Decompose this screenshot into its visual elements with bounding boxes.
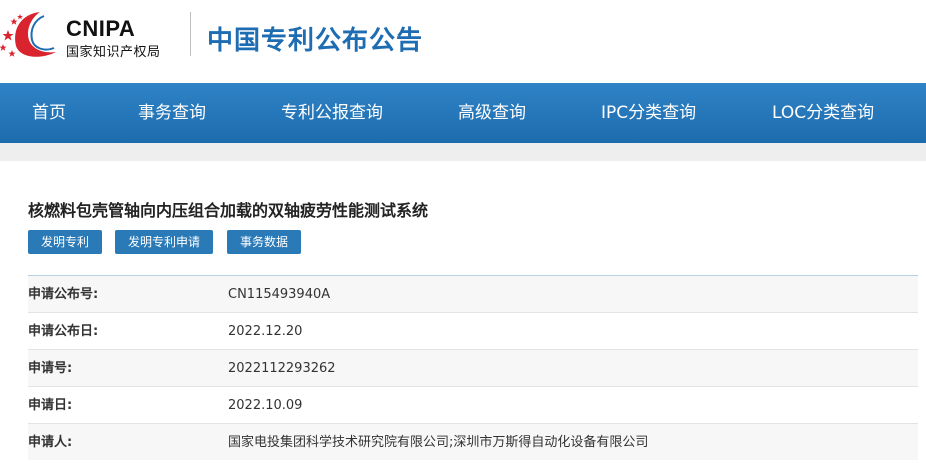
tag-invention-application[interactable]: 发明专利申请 [115, 230, 213, 254]
nav-item-home[interactable]: 首页 [32, 83, 66, 143]
info-label: 申请号: [28, 361, 73, 376]
main-nav: 首页 事务查询 专利公报查询 高级查询 IPC分类查询 LOC分类查询 [0, 83, 926, 143]
nav-item-transaction-query[interactable]: 事务查询 [138, 83, 206, 143]
nav-shadow-band [0, 143, 926, 161]
nav-item-loc-query[interactable]: LOC分类查询 [772, 83, 874, 143]
nav-item-gazette-query[interactable]: 专利公报查询 [281, 83, 383, 143]
info-value: 2022.10.09 [228, 398, 303, 413]
info-row-publication-number: 申请公布号: CN115493940A [28, 275, 918, 312]
info-label: 申请人: [28, 435, 73, 450]
info-value: 2022112293262 [228, 361, 336, 376]
info-value: 国家电投集团科学技术研究院有限公司;深圳市万斯得自动化设备有限公司 [228, 435, 649, 450]
logo-text-en[interactable]: CNIPA [66, 16, 135, 42]
patent-title: 核燃料包壳管轴向内压组合加载的双轴疲劳性能测试系统 [28, 201, 429, 220]
info-label: 申请公布日: [28, 324, 99, 339]
logo-text-cn[interactable]: 国家知识产权局 [66, 41, 161, 60]
tag-invention-patent[interactable]: 发明专利 [28, 230, 102, 254]
info-label: 申请日: [28, 398, 73, 413]
cnipa-emblem-icon[interactable] [0, 8, 62, 60]
nav-item-ipc-query[interactable]: IPC分类查询 [601, 83, 696, 143]
info-row-application-number: 申请号: 2022112293262 [28, 349, 918, 386]
tag-transaction-data[interactable]: 事务数据 [227, 230, 301, 254]
site-title: 中国专利公布公告 [207, 26, 424, 56]
patent-info-table: 申请公布号: CN115493940A 申请公布日: 2022.12.20 申请… [28, 275, 918, 460]
site-header: CNIPA 国家知识产权局 中国专利公布公告 [0, 0, 926, 83]
info-value: CN115493940A [228, 287, 331, 302]
nav-item-advanced-query[interactable]: 高级查询 [458, 83, 526, 143]
info-row-applicant: 申请人: 国家电投集团科学技术研究院有限公司;深圳市万斯得自动化设备有限公司 [28, 423, 918, 460]
logo-divider [190, 12, 191, 56]
info-label: 申请公布号: [28, 287, 99, 302]
info-value: 2022.12.20 [228, 324, 303, 339]
info-row-publication-date: 申请公布日: 2022.12.20 [28, 312, 918, 349]
info-row-application-date: 申请日: 2022.10.09 [28, 386, 918, 423]
